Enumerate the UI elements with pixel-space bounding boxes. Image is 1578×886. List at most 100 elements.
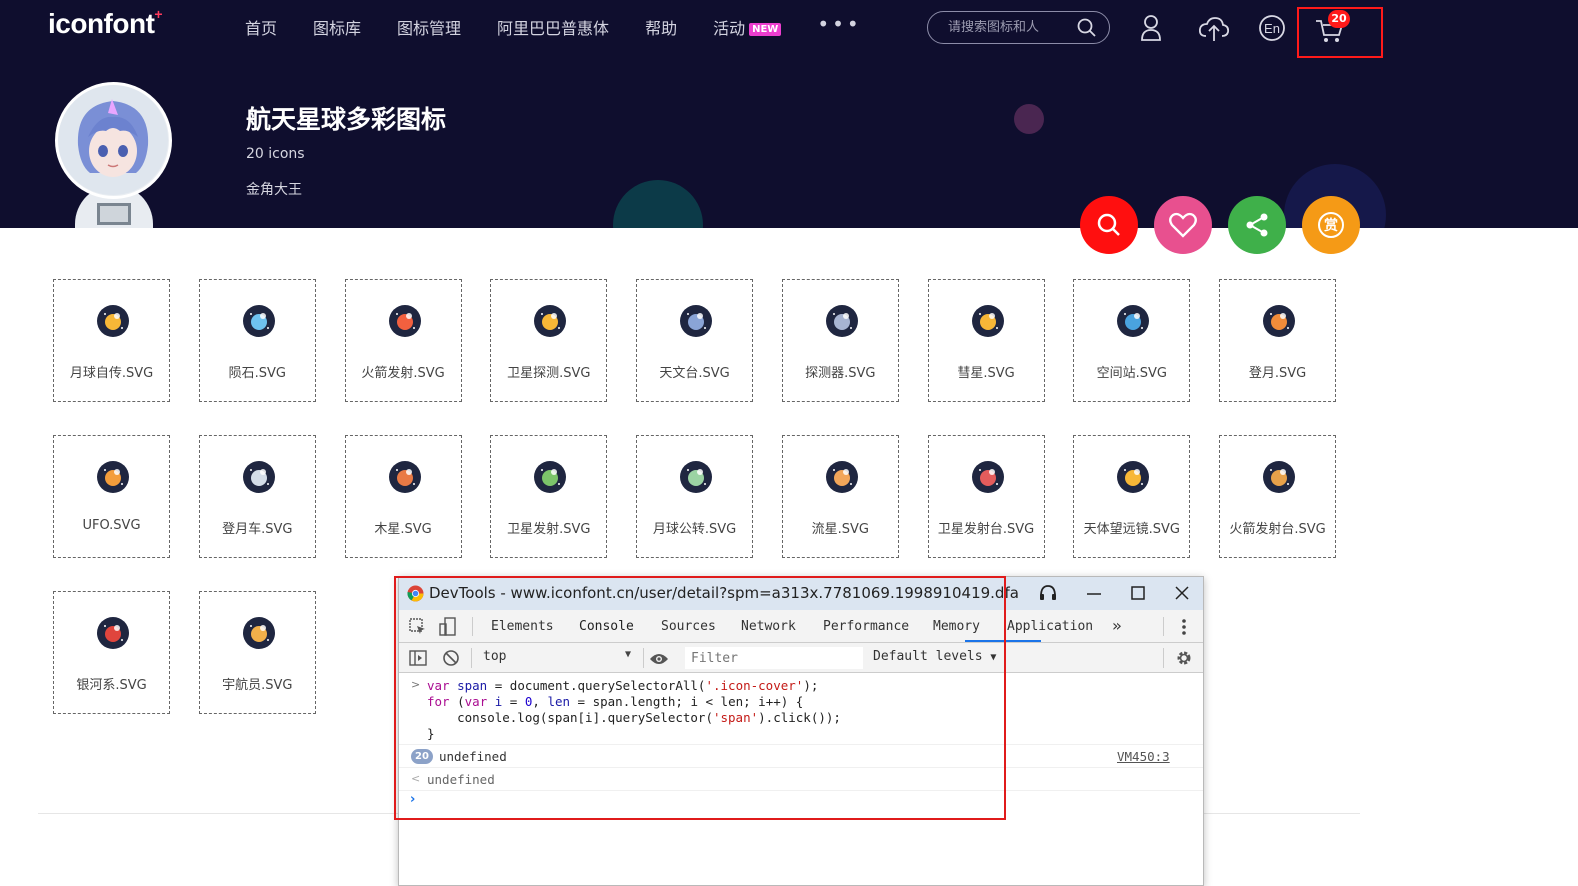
icon-card[interactable]: 流星.SVG [781, 435, 899, 558]
icon-card[interactable]: 卫星发射台.SVG [927, 435, 1045, 558]
icon-card[interactable]: 天文台.SVG [636, 279, 753, 402]
collection-title: 航天星球多彩图标 [246, 105, 447, 134]
icon-card-label: 天体望远镜.SVG [1083, 522, 1180, 537]
icon-card[interactable]: 登月车.SVG [198, 435, 316, 558]
tab-application[interactable]: Application [1007, 619, 1093, 634]
icon-card[interactable]: 月球自传.SVG [53, 279, 170, 402]
icon-card[interactable]: 卫星探测.SVG [490, 279, 608, 402]
search-fab[interactable] [1080, 196, 1138, 254]
search-icon[interactable] [1077, 18, 1097, 42]
svg-text:赏: 赏 [1324, 217, 1338, 234]
maximize-icon[interactable] [1127, 582, 1149, 604]
close-icon[interactable] [1171, 582, 1193, 604]
avatar[interactable] [55, 82, 172, 199]
icon-card[interactable]: 木星.SVG [344, 435, 462, 558]
meteorite-icon [242, 304, 276, 338]
observatory-icon [679, 304, 713, 338]
moon-orbit-icon [679, 460, 713, 494]
avatar-suit-panel [97, 203, 131, 225]
svg-text:En: En [1264, 21, 1280, 36]
icon-card-label: 火箭发射台.SVG [1229, 522, 1326, 537]
satellite-launch-pad-icon [971, 460, 1005, 494]
settings-gear-icon[interactable] [1175, 649, 1193, 671]
icon-card[interactable]: 彗星.SVG [927, 279, 1045, 402]
comet-icon [971, 304, 1005, 338]
search-icon [1097, 213, 1120, 236]
search-bar [927, 11, 1110, 44]
decor-circle [1014, 104, 1044, 134]
icon-card[interactable]: 陨石.SVG [198, 279, 316, 402]
icon-count: 20 icons [246, 146, 305, 162]
author-name[interactable]: 金角大王 [246, 179, 302, 199]
icon-card-label: 陨石.SVG [228, 366, 286, 381]
icon-card[interactable]: 登月.SVG [1219, 279, 1336, 402]
icon-card[interactable]: 银河系.SVG [53, 591, 170, 714]
rocket-launch-icon [388, 304, 422, 338]
galaxy-icon [96, 616, 130, 650]
icon-card-label: 卫星探测.SVG [507, 366, 591, 381]
nav-icon-library[interactable]: 图标库 [313, 15, 361, 39]
nav-more-button[interactable]: ••• [817, 12, 861, 36]
user-icon[interactable] [1140, 14, 1162, 46]
icon-card[interactable]: 天体望远镜.SVG [1073, 435, 1191, 558]
icon-card-label: 火箭发射.SVG [361, 366, 445, 381]
icon-card-label: 卫星发射台.SVG [937, 522, 1035, 537]
language-switch-icon[interactable]: En [1258, 14, 1286, 46]
share-icon [1246, 213, 1268, 237]
icon-card-label: 登月.SVG [1248, 366, 1307, 381]
telescope-icon [1116, 460, 1150, 494]
favorite-fab[interactable] [1154, 196, 1212, 254]
console-highlight-box [394, 576, 1006, 820]
iconfont-logo[interactable]: iconfont+ [48, 6, 163, 40]
source-link[interactable]: VM450:3 [1117, 749, 1170, 764]
satellite-launch-icon [533, 460, 567, 494]
meteor-icon [825, 460, 859, 494]
space-station-icon [1116, 304, 1150, 338]
nav-icon-manage[interactable]: 图标管理 [397, 15, 461, 39]
icon-card[interactable]: 月球公转.SVG [636, 435, 753, 558]
headset-icon[interactable] [1037, 582, 1059, 604]
icon-card-label: 彗星.SVG [957, 366, 1015, 381]
reward-fab[interactable]: 赏 [1302, 196, 1360, 254]
icon-card-label: 天文台.SVG [659, 366, 730, 381]
header-hero: iconfont+ 首页 图标库 图标管理 阿里巴巴普惠体 帮助 活动 NEW •… [0, 0, 1578, 228]
icon-card-label: 宇航员.SVG [222, 678, 293, 693]
jupiter-icon [388, 460, 422, 494]
icon-card[interactable]: 宇航员.SVG [198, 591, 316, 714]
tab-more-button[interactable]: » [1112, 616, 1122, 635]
icon-card-label: 探测器.SVG [805, 366, 876, 381]
nav-alibaba-font[interactable]: 阿里巴巴普惠体 [497, 15, 609, 39]
moon-icon [96, 304, 130, 338]
icon-card[interactable]: 空间站.SVG [1073, 279, 1191, 402]
ufo-icon [96, 460, 130, 494]
tab-separator [1163, 617, 1164, 636]
icon-card[interactable]: 火箭发射台.SVG [1219, 435, 1336, 558]
share-fab[interactable] [1228, 196, 1286, 254]
icon-card[interactable]: 卫星发射.SVG [490, 435, 608, 558]
icon-card-label: 月球公转.SVG [652, 522, 737, 537]
cart-highlight-box [1297, 7, 1383, 58]
icon-card[interactable]: 火箭发射.SVG [344, 279, 462, 402]
icon-card[interactable]: 探测器.SVG [781, 279, 899, 402]
nav-help[interactable]: 帮助 [645, 15, 677, 39]
icon-card-label: 月球自传.SVG [69, 366, 154, 381]
icon-card-label: 空间站.SVG [1096, 366, 1167, 381]
icon-card-label: 银河系.SVG [76, 678, 147, 693]
icon-card[interactable]: UFO.SVG [53, 435, 170, 558]
nav-home[interactable]: 首页 [245, 15, 277, 39]
astronaut-icon [242, 616, 276, 650]
moon-landing-icon [1262, 304, 1296, 338]
minimize-icon[interactable] [1083, 582, 1105, 604]
upload-cloud-icon[interactable] [1198, 16, 1230, 46]
main-nav: 首页 图标库 图标管理 阿里巴巴普惠体 帮助 活动 NEW ••• [245, 12, 862, 39]
toolbar-separator [1163, 648, 1164, 668]
new-badge: NEW [749, 23, 782, 36]
lunar-rover-icon [242, 460, 276, 494]
icon-card-label: 木星.SVG [374, 522, 432, 537]
nav-activity[interactable]: 活动 NEW [713, 15, 782, 39]
decor-circle [613, 180, 703, 228]
search-input[interactable] [948, 20, 1073, 35]
rocket-launch-pad-icon [1262, 460, 1296, 494]
reward-icon: 赏 [1318, 212, 1344, 238]
kebab-menu-icon[interactable] [1181, 618, 1187, 640]
